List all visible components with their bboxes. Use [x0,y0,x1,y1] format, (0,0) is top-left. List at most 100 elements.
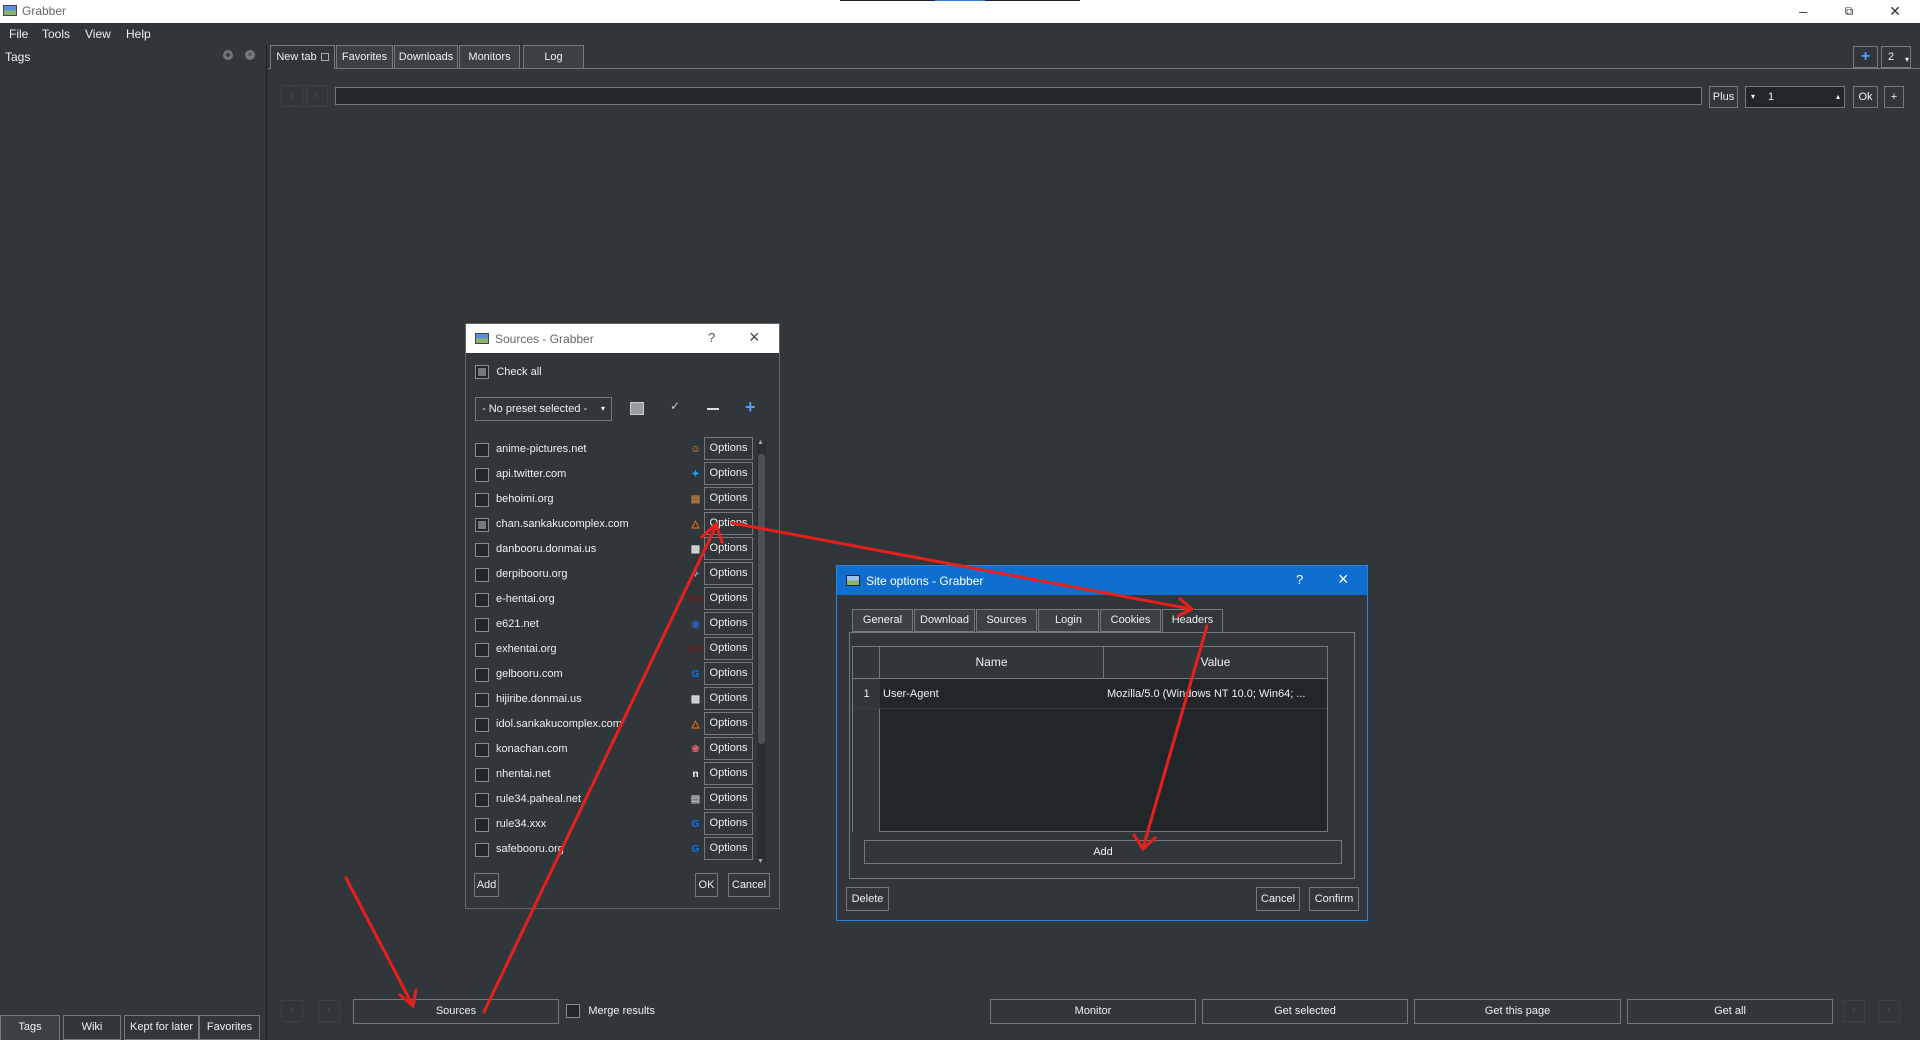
ok-button[interactable]: OK [695,873,718,897]
search-input[interactable] [335,87,1702,105]
dock-tab-wiki[interactable]: Wiki [63,1015,121,1040]
tab-headers[interactable]: Headers [1162,609,1223,633]
column-header-value[interactable]: Value [1104,647,1327,679]
restore-icon[interactable]: ⧉ [1826,0,1872,23]
add-preset-icon[interactable]: + [745,397,756,418]
add-header-button[interactable]: Add [864,840,1342,864]
sources-button[interactable]: Sources [353,999,559,1024]
menu-help[interactable]: Help [126,27,151,41]
check-all-checkbox[interactable]: Check all [475,364,542,379]
tab-new-tab[interactable]: New tab [270,45,335,69]
source-checkbox[interactable] [475,793,489,807]
save-preset-icon[interactable] [630,402,644,415]
source-options-button[interactable]: Options [704,837,753,860]
previous-page-icon[interactable]: ‹ [306,85,328,107]
source-options-button[interactable]: Options [704,487,753,510]
source-options-button[interactable]: Options [704,437,753,460]
source-checkbox[interactable] [475,443,489,457]
menu-file[interactable]: File [9,27,28,41]
source-options-button[interactable]: Options [704,787,753,810]
dock-float-icon[interactable]: ◈ [223,50,233,60]
source-checkbox[interactable] [475,768,489,782]
source-options-button[interactable]: Options [704,612,753,635]
menu-view[interactable]: View [85,27,111,41]
source-options-button[interactable]: Options [704,587,753,610]
merge-checkbox-box[interactable] [566,1003,580,1018]
scroll-down-icon[interactable]: ▼ [757,858,764,865]
source-checkbox[interactable] [475,518,489,532]
get-this-page-button[interactable]: Get this page [1414,999,1621,1024]
source-options-button[interactable]: Options [704,737,753,760]
get-selected-button[interactable]: Get selected [1202,999,1408,1024]
source-options-button[interactable]: Options [704,562,753,585]
last-page-icon[interactable]: › [1878,1000,1900,1022]
monitor-button[interactable]: Monitor [990,999,1196,1024]
source-options-button[interactable]: Options [704,762,753,785]
menu-tools[interactable]: Tools [42,27,70,41]
source-checkbox[interactable] [475,568,489,582]
dock-tab-tags[interactable]: Tags [0,1015,60,1040]
tab-favorites[interactable]: Favorites [336,45,393,69]
tab-sources[interactable]: Sources [976,609,1037,632]
add-search-button[interactable]: + [1884,86,1904,108]
source-options-button[interactable]: Options [704,662,753,685]
scroll-thumb[interactable] [758,454,765,744]
plus-button[interactable]: Plus [1709,86,1738,108]
source-options-button[interactable]: Options [704,512,753,535]
ok-button[interactable]: Ok [1853,86,1878,108]
source-checkbox[interactable] [475,843,489,857]
tab-cookies[interactable]: Cookies [1100,609,1161,632]
source-options-button[interactable]: Options [704,462,753,485]
edit-preset-icon[interactable]: ✓ [670,399,680,413]
header-name-cell[interactable]: User-Agent [880,679,1104,709]
first-page-icon[interactable]: ‹ [281,85,303,107]
confirm-button[interactable]: Confirm [1309,887,1359,911]
source-checkbox[interactable] [475,718,489,732]
add-source-button[interactable]: Add [474,873,499,897]
source-options-button[interactable]: Options [704,812,753,835]
source-checkbox[interactable] [475,543,489,557]
tab-monitors[interactable]: Monitors [459,45,520,69]
preset-select[interactable]: - No preset selected - ▾ [475,397,612,421]
spin-down-icon[interactable]: ▾ [1751,87,1755,107]
page-spinbox[interactable]: 1 ▾ ▴ [1745,86,1845,108]
tab-login[interactable]: Login [1038,609,1099,632]
minimize-icon[interactable]: – [1780,0,1826,23]
source-options-button[interactable]: Options [704,537,753,560]
source-checkbox[interactable] [475,818,489,832]
tab-download[interactable]: Download [914,609,975,632]
tab-general[interactable]: General [852,609,913,632]
check-all-box[interactable] [475,364,489,379]
source-checkbox[interactable] [475,693,489,707]
dock-tab-kept-for-later[interactable]: Kept for later [124,1015,199,1040]
dock-tab-favorites[interactable]: Favorites [199,1015,260,1040]
source-checkbox[interactable] [475,743,489,757]
cancel-button[interactable]: Cancel [728,873,770,897]
help-icon[interactable]: ? [1296,572,1303,587]
cancel-button[interactable]: Cancel [1256,887,1300,911]
next-page-icon[interactable]: › [1843,1000,1865,1022]
source-options-button[interactable]: Options [704,712,753,735]
sources-scrollbar[interactable]: ▲ ▼ [757,439,766,865]
delete-button[interactable]: Delete [846,887,889,911]
merge-results-checkbox[interactable]: Merge results [566,1003,655,1018]
header-value-cell[interactable]: Mozilla/5.0 (Windows NT 10.0; Win64; ... [1104,679,1327,709]
tab-close-icon[interactable] [320,53,329,61]
tab-log[interactable]: Log [523,45,584,69]
spin-up-icon[interactable]: ▴ [1836,87,1840,107]
source-checkbox[interactable] [475,618,489,632]
dock-close-icon[interactable]: × [245,50,255,60]
get-all-button[interactable]: Get all [1627,999,1833,1024]
close-icon[interactable]: × [1338,569,1349,590]
source-checkbox[interactable] [475,668,489,682]
column-header-name[interactable]: Name [880,647,1104,679]
help-icon[interactable]: ? [708,330,715,345]
source-checkbox[interactable] [475,468,489,482]
bottom-first-page-icon[interactable]: ‹ [281,1000,303,1022]
remove-preset-icon[interactable] [707,408,719,410]
source-checkbox[interactable] [475,593,489,607]
tab-downloads[interactable]: Downloads [394,45,458,69]
close-icon[interactable]: ✕ [1872,0,1918,23]
add-tab-icon[interactable]: + [1853,46,1878,68]
row-number[interactable]: 1 [853,679,880,709]
